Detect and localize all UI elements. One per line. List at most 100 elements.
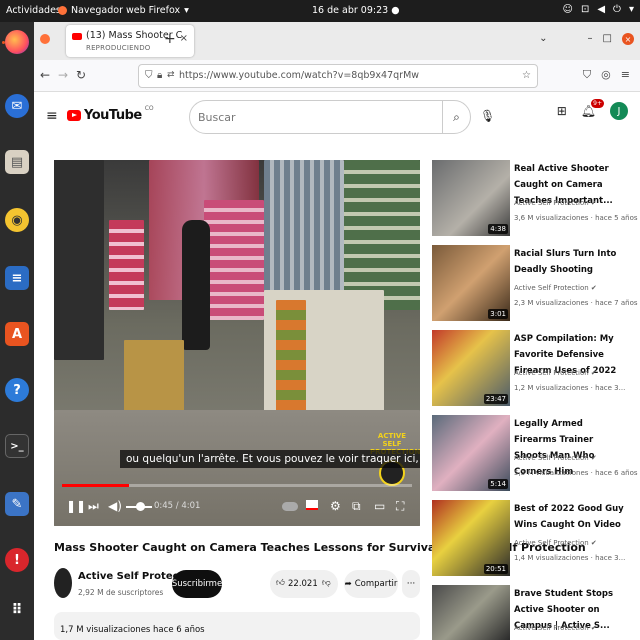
permissions-icon[interactable]: ⇄: [167, 70, 175, 80]
description-box[interactable]: 1,7 M visualizaciones hace 6 años: [54, 612, 420, 640]
search-input[interactable]: Buscar: [198, 111, 236, 124]
account-icon[interactable]: ◎: [601, 68, 611, 82]
app-menu[interactable]: Navegador web Firefox ▾: [58, 5, 189, 16]
subscribe-button[interactable]: Suscribirme: [172, 570, 222, 598]
recommendation-channel[interactable]: Active Self Protection ✔: [514, 539, 597, 547]
store-shelf: [54, 160, 104, 360]
files-icon[interactable]: ▤: [5, 150, 29, 174]
toolbar-right: ⛉ ◎ ≡: [583, 68, 630, 82]
duration-badge: 4:38: [488, 224, 508, 234]
video-thumbnail[interactable]: 3:01: [432, 245, 510, 321]
store-shelf: [204, 200, 264, 320]
close-tab-icon[interactable]: ×: [180, 33, 188, 44]
create-icon[interactable]: ⊞: [557, 104, 567, 118]
recommendation-meta: 1,4 M visualizaciones · hace 3...: [514, 554, 626, 562]
progress-fill: [62, 484, 129, 487]
miniplayer-icon[interactable]: ⧉: [352, 499, 361, 514]
recommendation-item[interactable]: 23:47 ASP Compilation: My Favorite Defen…: [432, 330, 632, 408]
shield-icon[interactable]: ⛉: [145, 70, 153, 81]
theater-mode-icon[interactable]: ▭: [374, 499, 385, 513]
recommendation-item[interactable]: Brave Student Stops Active Shooter on Ca…: [432, 585, 632, 640]
volume-icon[interactable]: ◀): [108, 499, 122, 513]
terminal-icon[interactable]: >_: [5, 434, 29, 458]
recommendation-item[interactable]: 5:14 Legally Armed Firearms Trainer Shoo…: [432, 415, 638, 493]
url-bar[interactable]: ⛉ 🔒︎ ⇄ https://www.youtube.com/watch?v=8…: [138, 64, 538, 88]
recommendation-meta: 2,3 M visualizaciones · hace 7 años: [514, 299, 638, 307]
forward-icon[interactable]: →: [58, 68, 68, 82]
firefox-dock-icon[interactable]: [5, 30, 29, 54]
autoplay-toggle[interactable]: [282, 502, 298, 511]
reload-icon[interactable]: ↻: [76, 68, 86, 82]
back-icon[interactable]: ←: [40, 68, 50, 82]
recommendation-title[interactable]: Racial Slurs Turn Into Deadly Shooting: [514, 246, 626, 278]
progress-bar[interactable]: [62, 484, 412, 487]
video-player[interactable]: ACTIVE SELF PROTECTION ou quelqu'un l'ar…: [54, 160, 420, 526]
recommendation-title[interactable]: Best of 2022 Good Guy Wins Caught On Vid…: [514, 501, 626, 533]
error-report-icon[interactable]: !: [5, 548, 29, 572]
recommendation-channel[interactable]: Active Self Protection ✔: [514, 199, 597, 207]
recommendation-channel-text: Active Self Protection: [514, 539, 589, 547]
pocket-icon[interactable]: ⛉: [583, 68, 591, 82]
recommendation-item[interactable]: 4:38 Real Active Shooter Caught on Camer…: [432, 160, 638, 238]
recommendation-channel-text: Active Self Protection: [514, 284, 589, 292]
channel-row: Active Self Protection ✔ 2,92 M de suscr…: [54, 566, 420, 602]
voice-search-icon[interactable]: 🎙︎: [480, 109, 495, 123]
next-icon[interactable]: ⏭: [88, 499, 99, 514]
video-thumbnail[interactable]: 23:47: [432, 330, 510, 406]
settings-gear-icon[interactable]: ⚙: [330, 499, 341, 513]
video-thumbnail[interactable]: [432, 585, 510, 640]
like-icon[interactable]: 👍︎: [276, 578, 285, 588]
power-icon: ⏻: [613, 4, 621, 15]
fullscreen-icon[interactable]: ⛶: [396, 499, 404, 514]
list-tabs-icon[interactable]: ⌄: [539, 33, 547, 45]
thunderbird-icon[interactable]: ✉: [5, 94, 29, 118]
recommendation-channel[interactable]: Active Self Protection ✔: [514, 454, 597, 462]
close-window-icon[interactable]: ×: [622, 33, 634, 45]
activities-button[interactable]: Actividades: [6, 5, 61, 16]
notifications-icon[interactable]: 🔔︎ 9+: [581, 99, 604, 118]
volume-knob[interactable]: [136, 502, 145, 511]
recommendation-item[interactable]: 3:01 Racial Slurs Turn Into Deadly Shoot…: [432, 245, 638, 323]
share-button[interactable]: ➦ Compartir: [344, 570, 398, 598]
recommendation-item[interactable]: 20:51 Best of 2022 Good Guy Wins Caught …: [432, 500, 632, 578]
dock: ✉ ▤ ◉ ≡ A ? >_ ✎ ! ⠿: [0, 22, 34, 640]
help-icon[interactable]: ?: [5, 378, 29, 402]
app-grid-icon[interactable]: ⠿: [5, 598, 29, 622]
writer-icon[interactable]: ≡: [5, 266, 29, 290]
software-icon[interactable]: A: [5, 322, 29, 346]
channel-avatar[interactable]: [54, 568, 72, 598]
like-count[interactable]: 22.021: [288, 579, 318, 589]
video-thumbnail[interactable]: 4:38: [432, 160, 510, 236]
hamburger-menu-icon[interactable]: ≡: [46, 108, 58, 124]
avatar[interactable]: J: [610, 102, 628, 120]
subtitles-icon[interactable]: [306, 500, 318, 510]
dislike-icon[interactable]: 👎︎: [322, 578, 331, 588]
share-icon: ➦: [344, 579, 352, 589]
minimize-icon[interactable]: –: [588, 33, 593, 45]
recommendation-channel[interactable]: Active Self Protection ✔: [514, 284, 597, 292]
firefox-view-icon[interactable]: [40, 34, 50, 44]
verified-icon: ✔: [590, 199, 597, 207]
lock-icon[interactable]: 🔒︎: [157, 70, 162, 81]
menu-icon[interactable]: ≡: [621, 68, 630, 82]
video-thumbnail[interactable]: 20:51: [432, 500, 510, 576]
recommendation-channel-text: Active Self Protection: [514, 624, 589, 632]
recommendation-channel[interactable]: Active Self Protection ✔: [514, 624, 597, 632]
rhythmbox-icon[interactable]: ◉: [5, 208, 29, 232]
more-actions-icon[interactable]: ···: [402, 570, 420, 598]
duration-badge: 23:47: [483, 394, 508, 404]
text-editor-icon[interactable]: ✎: [5, 492, 29, 516]
system-tray[interactable]: ☺ ⊡ ◀ ⏻ ▾: [563, 4, 634, 15]
clock[interactable]: 16 de abr 09:23 ●: [312, 5, 400, 16]
new-tab-icon[interactable]: +: [164, 31, 176, 47]
recommendation-channel[interactable]: Active Self Protection ✔: [514, 369, 597, 377]
duration-badge: 3:01: [488, 309, 508, 319]
video-thumbnail[interactable]: 5:14: [432, 415, 510, 491]
verified-icon: ✔: [590, 539, 597, 547]
maximize-icon[interactable]: □: [603, 33, 612, 45]
search-box[interactable]: Buscar ⌕: [189, 100, 471, 134]
bookmark-star-icon[interactable]: ☆: [522, 70, 531, 81]
search-button[interactable]: ⌕: [442, 101, 470, 133]
youtube-logo[interactable]: YouTube CO: [67, 105, 154, 123]
pause-icon[interactable]: ❚❚: [66, 499, 86, 513]
